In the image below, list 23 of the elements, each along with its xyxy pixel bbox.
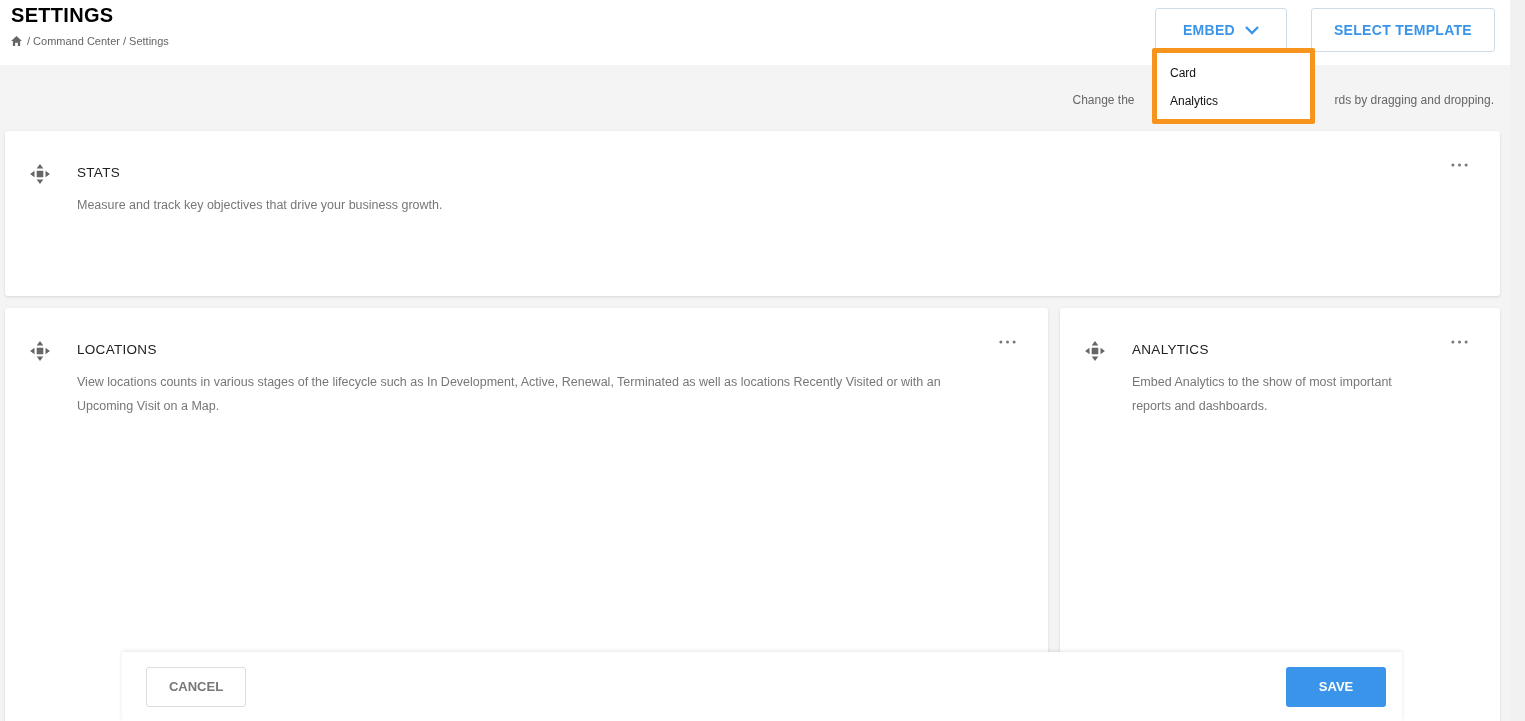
card-title: STATS [77,165,121,180]
more-icon[interactable] [1451,340,1468,344]
move-icon[interactable] [29,163,51,185]
card-description: View locations counts in various stages of the lifecycle such as In Development, Active, Renewal, Terminated as well as locations Recently Visited or with an Upcoming Visit on a Map. [77,374,942,415]
select-template-button[interactable]: SELECT TEMPLATE [1311,8,1495,52]
card-title: ANALYTICS [1132,342,1210,357]
move-icon[interactable] [1084,340,1106,362]
card-description: Measure and track key objectives that drive your business growth. [77,197,444,214]
home-icon[interactable] [11,36,22,46]
save-button[interactable]: SAVE [1286,666,1386,707]
card-description: Embed Analytics to the show of most important reports and dashboards. [1132,374,1393,415]
menu-item[interactable]: Card [1157,59,1310,87]
menu-item[interactable]: Analytics [1157,87,1310,115]
page-title: SETTINGS [11,4,115,27]
card-title: LOCATIONS [77,342,158,357]
cancel-button[interactable]: CANCEL [146,666,246,707]
move-icon[interactable] [29,340,51,362]
hint-text: Change the [1072,93,1135,109]
hint-text: rds by dragging and dropping. [1334,93,1494,109]
more-icon[interactable] [999,340,1016,344]
more-icon[interactable] [1451,163,1468,167]
caret-icon [1245,25,1260,35]
breadcrumb[interactable]: / Command Center / Settings [27,35,169,47]
